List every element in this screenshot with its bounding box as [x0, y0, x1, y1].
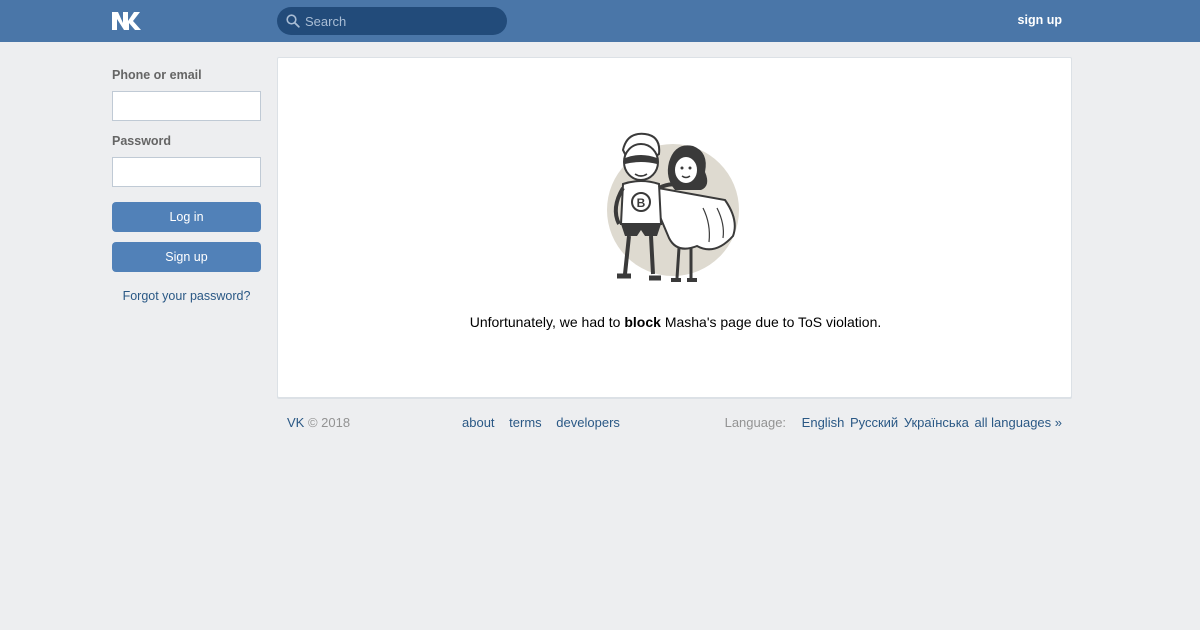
footer-vk-link[interactable]: VK — [287, 415, 304, 430]
language-label: Language: — [724, 415, 787, 430]
password-input[interactable] — [112, 157, 261, 187]
vk-logo-icon[interactable] — [112, 11, 146, 31]
block-message-bold: block — [624, 314, 661, 330]
footer-copyright: VK © 2018 — [287, 415, 350, 430]
search-icon — [286, 14, 300, 28]
copyright-text: © 2018 — [307, 415, 351, 430]
password-label: Password — [112, 134, 172, 148]
footer-links: about terms developers — [462, 415, 631, 430]
phone-email-label: Phone or email — [112, 68, 202, 82]
header-signup-link[interactable]: sign up — [1018, 13, 1062, 27]
language-ukrainian[interactable]: Українська — [904, 415, 969, 430]
language-selector: Language: English Русский Українська all… — [725, 415, 1062, 430]
search-input[interactable] — [305, 7, 500, 35]
log-in-button[interactable]: Log in — [112, 202, 261, 232]
svg-text:B: B — [637, 196, 646, 210]
forgot-password-link[interactable]: Forgot your password? — [112, 289, 261, 303]
language-russian[interactable]: Русский — [850, 415, 898, 430]
top-header: sign up — [0, 0, 1200, 42]
block-message: Unfortunately, we had to block Masha's p… — [278, 314, 1073, 330]
phone-email-input[interactable] — [112, 91, 261, 121]
language-english[interactable]: English — [802, 415, 845, 430]
all-languages-link[interactable]: all languages » — [975, 415, 1062, 430]
page-footer: VK © 2018 about terms developers Languag… — [287, 415, 1062, 433]
login-form: Phone or email Password Log in Sign up F… — [112, 68, 261, 303]
superhero-couple-illustration: B — [607, 132, 739, 282]
sign-up-button[interactable]: Sign up — [112, 242, 261, 272]
block-message-suffix: Masha's page due to ToS violation. — [664, 314, 882, 330]
search-box[interactable] — [277, 7, 507, 35]
footer-link-terms[interactable]: terms — [509, 415, 542, 430]
blocked-page-card: B Unfortunately, we had to block Masha's… — [277, 57, 1072, 398]
footer-link-developers[interactable]: developers — [556, 415, 620, 430]
block-message-prefix: Unfortunately, we had to — [469, 314, 621, 330]
footer-link-about[interactable]: about — [462, 415, 495, 430]
